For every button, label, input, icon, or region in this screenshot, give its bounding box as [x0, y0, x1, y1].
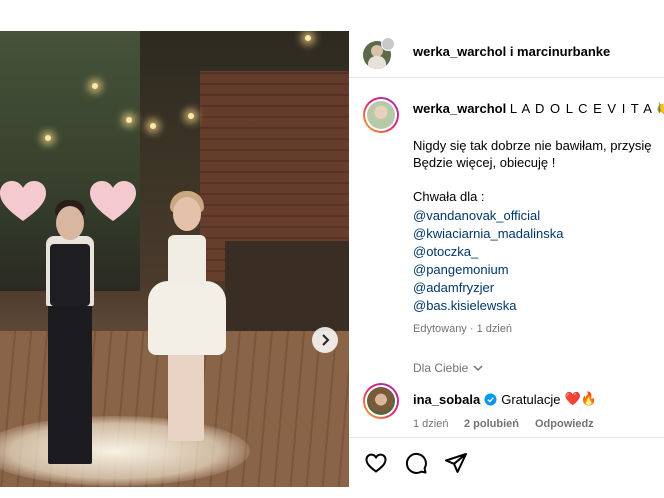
photo-woman: [146, 191, 226, 461]
divider: [349, 77, 664, 78]
header-usernames[interactable]: werka_warchol i marcinurbanke: [413, 44, 610, 59]
mention-link[interactable]: @bas.kisielewska: [413, 298, 517, 313]
post-photo[interactable]: [0, 31, 349, 487]
commenter-avatar[interactable]: [363, 383, 399, 419]
share-icon[interactable]: [444, 451, 468, 475]
caption-author[interactable]: werka_warchol: [413, 101, 506, 116]
mention-link[interactable]: @kwiaciarnia_madalinska: [413, 226, 563, 241]
string-light: [150, 123, 156, 129]
heart-sticker-icon: [90, 181, 136, 221]
lemon-emoji: 🍋: [657, 101, 664, 116]
string-light: [188, 113, 194, 119]
heart-sticker-icon: [0, 181, 46, 221]
divider: [349, 437, 664, 438]
mention-link[interactable]: @vandanovak_official: [413, 208, 540, 223]
bottom-margin: [0, 487, 664, 498]
thanks-label: Chwała dla :: [413, 189, 485, 204]
post-side-panel: werka_warchol i marcinurbanke werka_warc…: [349, 31, 664, 487]
comment-likes[interactable]: 2 polubień: [464, 418, 519, 430]
comment-reply[interactable]: Odpowiedz: [535, 418, 594, 430]
caption-line: Będzie więcej, obiecuję !: [413, 155, 556, 170]
caption-line: Nigdy się tak dobrze nie bawiłam, przysi…: [413, 138, 652, 153]
string-light: [92, 83, 98, 89]
comment-author[interactable]: ina_sobala: [413, 392, 480, 407]
collab-avatar[interactable]: [381, 37, 395, 51]
comment-row: ina_sobala Gratulacje ❤️🔥: [413, 391, 597, 407]
verified-badge-icon: [484, 393, 497, 405]
chevron-down-icon: [473, 365, 483, 372]
photo-man: [38, 200, 102, 476]
edited-meta: Edytowany · 1 dzień: [413, 323, 513, 335]
for-you-toggle[interactable]: Dla Ciebie: [413, 361, 484, 375]
caption-title: L A D O L C E V I T A: [509, 101, 653, 116]
mention-link[interactable]: @pangemonium: [413, 262, 509, 277]
string-light: [305, 35, 311, 41]
mention-link[interactable]: @otoczka_: [413, 244, 478, 259]
comment-emojis: ❤️🔥: [564, 391, 597, 406]
for-you-label: Dla Ciebie: [413, 361, 469, 375]
comment-time: 1 dzień: [413, 418, 449, 430]
string-light: [45, 135, 51, 141]
caption-header: werka_warchol L A D O L C E V I T A 🍋: [413, 101, 664, 117]
next-photo-button[interactable]: [312, 327, 338, 353]
mention-link[interactable]: @adamfryzjer: [413, 280, 494, 295]
heart-icon[interactable]: [364, 451, 388, 475]
comment-icon[interactable]: [404, 451, 428, 475]
string-light: [126, 117, 132, 123]
author-avatar[interactable]: [363, 97, 399, 133]
chevron-right-icon: [322, 334, 330, 346]
comment-text: Gratulacje: [501, 391, 561, 407]
